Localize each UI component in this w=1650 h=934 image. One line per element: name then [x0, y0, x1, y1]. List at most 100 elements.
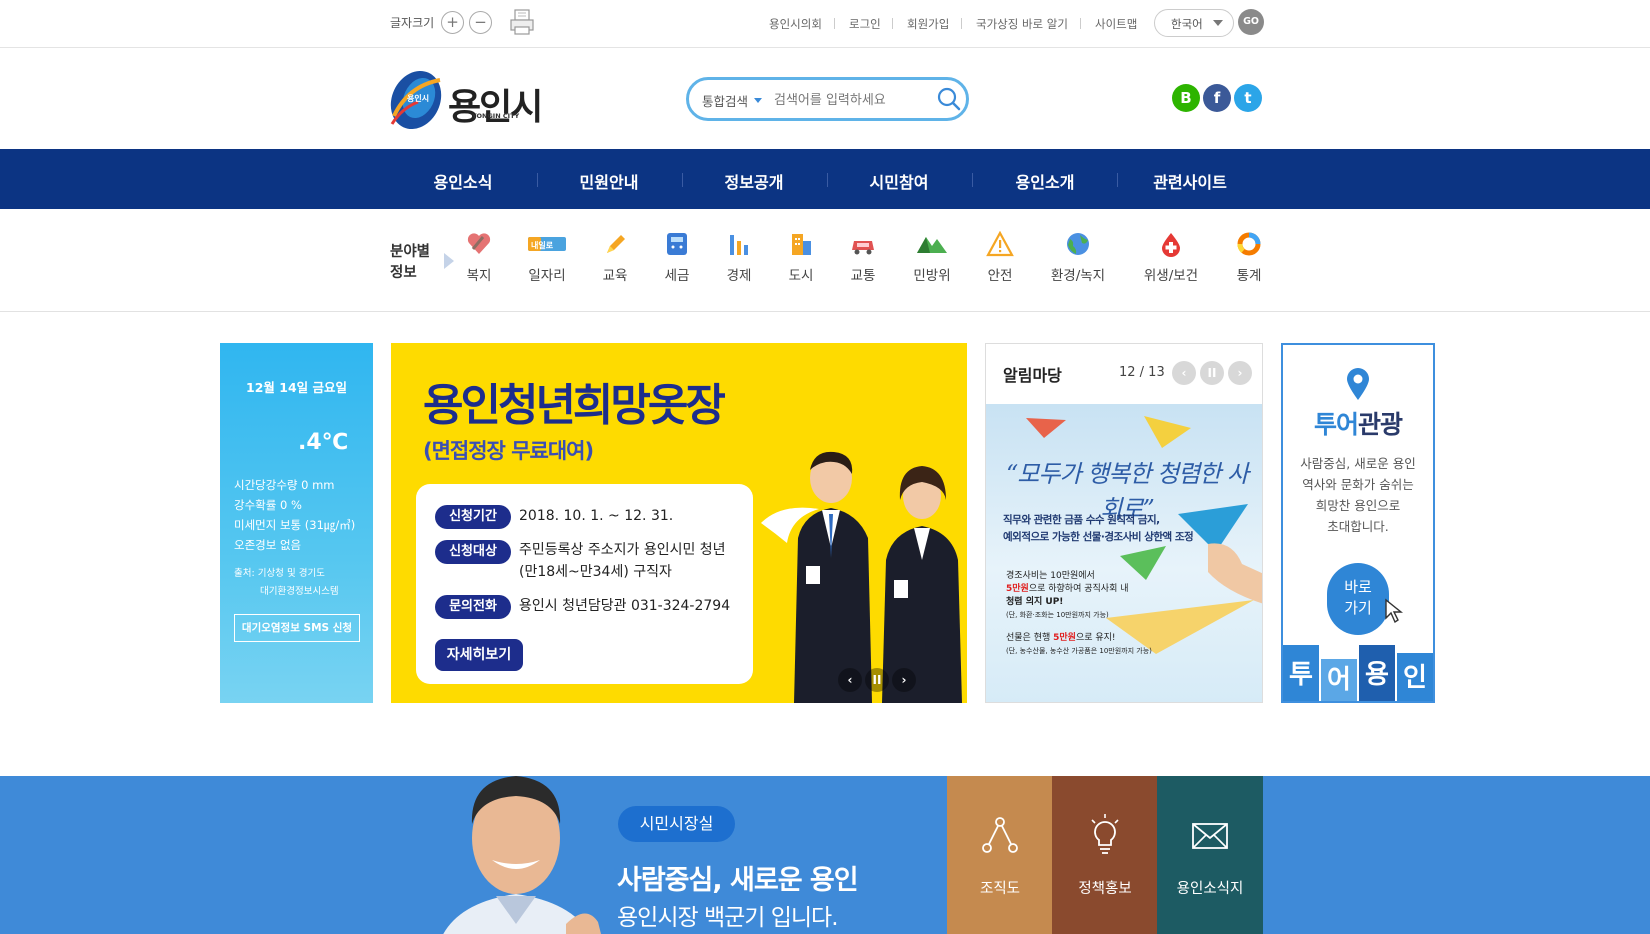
main-banner[interactable]: 용인청년희망옷장 (면접정장 무료대여) 신청기간 2018. 10. 1. ~… — [391, 343, 967, 703]
tour-block: 용 — [1359, 645, 1395, 701]
notice-prev-button[interactable]: ‹ — [1172, 361, 1196, 385]
notice-next-button[interactable]: › — [1228, 361, 1252, 385]
paper-planes-illustration — [1026, 416, 1262, 654]
category-title: 분야별 정보 — [390, 242, 430, 284]
mayor-section: 시민시장실 사람중심, 새로운 용인 용인시장 백군기 입니다. 조직도 정책홍… — [0, 776, 1650, 934]
city-building-icon — [792, 234, 811, 255]
newsletter-tile[interactable]: 용인소식지 — [1157, 776, 1263, 934]
org-chart-icon — [982, 817, 1018, 853]
tour-block: 어 — [1321, 659, 1357, 701]
divider — [834, 18, 835, 29]
environment-globe-icon — [1067, 233, 1089, 255]
notice-item-1-line3: 청렴 의지 UP! — [1006, 597, 1064, 607]
logo-subtitle: YONGIN CITY — [472, 112, 520, 120]
category-jobs[interactable]: 내일로 일자리 — [511, 231, 583, 284]
notice-slide[interactable]: “모두가 행복한 청렴한 사회로” 직무와 관련한 금품 수수 원칙적 금지, … — [986, 404, 1262, 702]
mayor-greeting: 용인시장 백군기 입니다. — [617, 905, 839, 931]
tour-desc-line: 사람중심, 새로운 용인 — [1300, 456, 1416, 471]
divider — [892, 18, 893, 29]
notice-text-line2: 예외적으로 가능한 선물·경조사비 상한액 조정 — [1003, 531, 1194, 543]
notice-header: 알림마당 12 / 13 ‹ II › — [986, 344, 1262, 404]
sitemap-link[interactable]: 사이트맵 — [1095, 16, 1137, 32]
language-go-button[interactable]: GO — [1238, 9, 1264, 35]
login-link[interactable]: 로그인 — [849, 16, 881, 32]
tour-panel[interactable]: 투어관광 사람중심, 새로운 용인 역사와 문화가 숨쉬는 희망찬 용인으로 초… — [1281, 343, 1435, 703]
notice-item-2-post: 으로 유지! — [1075, 633, 1116, 643]
tour-desc-line: 희망찬 용인으로 — [1315, 498, 1401, 513]
notice-item-1: 경조사비는 10만원에서 5만원으로 하향하여 공직사회 내 청렴 의지 UP!… — [1006, 570, 1156, 622]
twitter-icon[interactable]: t — [1234, 84, 1262, 112]
weather-rain-probability: 강수확률 0 % — [234, 498, 302, 512]
sms-subscribe-button[interactable]: 대기오염정보 SMS 신청 — [234, 614, 360, 642]
civil-defense-mountain-icon — [917, 237, 947, 253]
facebook-icon[interactable]: f — [1203, 84, 1231, 112]
council-link[interactable]: 용인시의회 — [769, 16, 822, 32]
language-select[interactable]: 한국어 — [1154, 9, 1234, 37]
policy-promotion-tile[interactable]: 정책홍보 — [1052, 776, 1158, 934]
banner-pause-button[interactable]: II — [865, 668, 889, 692]
search-scope-select[interactable]: 통합검색 — [702, 91, 748, 110]
more-details-button[interactable]: 자세히보기 — [435, 639, 523, 671]
tour-desc-line: 초대합니다. — [1327, 519, 1389, 534]
national-symbol-link[interactable]: 국가상징 바로 알기 — [976, 16, 1068, 32]
notice-title: 알림마당 — [1003, 366, 1062, 385]
logo-title[interactable]: 용인시 — [448, 78, 543, 130]
weather-ozone: 오존경보 없음 — [234, 538, 302, 552]
main-navigation: 용인소식 민원안내 정보공개 시민참여 용인소개 관련사이트 — [0, 149, 1650, 209]
divider — [961, 18, 962, 29]
notice-pause-button[interactable]: II — [1200, 361, 1224, 385]
target-tag: 신청대상 — [435, 540, 511, 564]
nav-info-disclosure[interactable]: 정보공개 — [684, 169, 824, 193]
font-increase-button[interactable]: + — [441, 11, 464, 34]
language-value: 한국어 — [1171, 17, 1203, 31]
notice-item-1-note: (단, 화환·조화는 10만원까지 가능) — [1006, 611, 1109, 619]
signup-link[interactable]: 회원가입 — [907, 16, 949, 32]
divider — [827, 173, 828, 187]
tour-desc-line: 역사와 문화가 숨쉬는 — [1302, 477, 1414, 492]
period-value: 2018. 10. 1. ~ 12. 31. — [519, 508, 674, 524]
category-label: 민방위 — [913, 268, 951, 284]
nav-about-yongin[interactable]: 용인소개 — [975, 169, 1115, 193]
tax-calculator-icon — [667, 233, 687, 255]
blog-icon[interactable]: B — [1172, 84, 1200, 112]
period-tag: 신청기간 — [435, 505, 511, 529]
category-civil-defense[interactable]: 민방위 — [896, 231, 968, 284]
nav-related-sites[interactable]: 관련사이트 — [1120, 169, 1260, 193]
citizen-mayor-office-button[interactable]: 시민시장실 — [618, 806, 735, 842]
tour-go-line1: 바로 — [1344, 578, 1372, 596]
contact-tag: 문의전화 — [435, 595, 511, 619]
economy-chart-icon — [730, 235, 748, 255]
tile-label: 조직도 — [979, 881, 1021, 897]
search-input[interactable] — [774, 89, 924, 111]
category-environment[interactable]: 환경/녹지 — [1042, 231, 1114, 284]
weather-temperature: .4℃ — [298, 430, 349, 455]
category-statistics[interactable]: 통계 — [1213, 231, 1285, 284]
banner-next-button[interactable]: › — [892, 668, 916, 692]
nav-yongin-news[interactable]: 용인소식 — [393, 169, 533, 193]
tour-go-line2: 가기 — [1344, 599, 1372, 617]
nav-civil-service[interactable]: 민원안내 — [539, 169, 679, 193]
notice-item-2-highlight: 5만원 — [1053, 633, 1076, 643]
category-label: 위생/보건 — [1143, 268, 1199, 284]
tour-title-rest: 관광 — [1358, 410, 1403, 439]
category-label: 통계 — [1236, 268, 1262, 284]
category-safety[interactable]: 안전 — [964, 231, 1036, 284]
print-icon[interactable] — [509, 8, 535, 36]
banner-prev-button[interactable]: ‹ — [838, 668, 862, 692]
search-icon[interactable] — [936, 86, 962, 112]
weather-fine-dust: 미세먼지 보통 (31㎍/㎥) — [234, 518, 356, 532]
category-traffic[interactable]: 교통 — [827, 231, 899, 284]
chevron-down-icon — [754, 98, 762, 103]
tour-block: 인 — [1397, 653, 1433, 701]
organization-chart-tile[interactable]: 조직도 — [947, 776, 1053, 934]
nav-citizen-participation[interactable]: 시민참여 — [829, 169, 969, 193]
divider — [682, 173, 683, 187]
notice-item-2: 선물은 현행 5만원으로 유지! (단, 농수산물, 농수산 가공품은 10만원… — [1006, 632, 1186, 658]
lightbulb-icon — [1091, 814, 1119, 854]
tour-go-button[interactable]: 바로 가기 — [1327, 563, 1389, 635]
category-health[interactable]: 위생/보건 — [1135, 231, 1207, 284]
tile-label: 용인소식지 — [1176, 881, 1244, 897]
font-decrease-button[interactable]: − — [469, 11, 492, 34]
location-pin-icon — [1347, 368, 1369, 400]
category-welfare[interactable]: 복지 — [443, 231, 515, 284]
